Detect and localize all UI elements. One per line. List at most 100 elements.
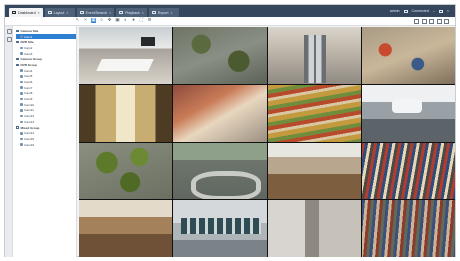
group-label: NVR Site [20,40,34,45]
vms-window: Dashboard × Layout × Event/Search × Play… [4,4,456,257]
camera-icon [20,131,23,135]
close-icon[interactable]: × [38,11,40,15]
camera-icon [20,52,23,55]
tab-label: Playback [125,10,140,15]
device-tree: Camera Site Cam1 NVR Site Cam2 Cam3 Came… [16,28,76,147]
layout-4x4-icon[interactable] [436,18,442,24]
video-tile-plaza[interactable] [79,142,173,200]
search-icon[interactable]: ⌕ [99,17,104,23]
cursor-icon[interactable]: ↖ [75,17,80,23]
video-tile-warehouse[interactable] [267,142,361,200]
tab-playback[interactable]: Playback × [116,8,147,17]
nvr-icon [16,41,19,44]
layout-custom-icon[interactable] [444,18,449,24]
layout-1x1-icon[interactable] [414,18,419,24]
device-tree-icon[interactable] [6,29,12,34]
close-icon[interactable]: × [83,17,88,23]
group-label: Camera Site [20,28,39,33]
group-label: NVR Group [20,62,38,67]
layout-2x2-icon[interactable] [421,18,427,24]
close-icon[interactable]: × [171,11,173,15]
maximize-icon[interactable] [438,9,443,13]
close-icon[interactable]: × [66,11,68,15]
video-tile-retail-shelves[interactable] [267,84,361,142]
camera-icon [20,35,23,38]
layout-tools [414,18,449,24]
report-icon [151,11,156,14]
camera-label: Cam16 [24,142,35,147]
tab-label: Event/Search [85,10,108,15]
tree-camera[interactable]: Cam16 [16,142,76,148]
video-tile-hall[interactable] [79,200,173,257]
monitor-icon[interactable] [403,9,408,13]
tab-bar: Dashboard × Layout × Event/Search × Play… [5,5,455,17]
camera-label: Cam5 [24,74,33,79]
sidebar-rail [5,26,13,257]
camera-icon [20,86,23,90]
close-icon[interactable]: × [109,11,111,15]
view-tools: ↖ × ▦ ⌕ ✥ ▣ ◐ ● ⛶ ⚙ [75,17,152,23]
record-icon[interactable]: ● [131,17,136,23]
settings-icon[interactable]: ⚙ [147,17,152,23]
video-tile-stadium-crowd[interactable] [361,142,455,200]
camera-label: Cam12 [24,114,35,119]
fullscreen-icon[interactable]: ⛶ [139,17,144,23]
video-tile-arena-crowd[interactable] [361,200,455,257]
tab-label: Dashboard [18,10,36,15]
video-tile-escalator[interactable] [267,27,361,84]
video-tile-lobby[interactable] [79,84,173,142]
video-tile-parking-lot[interactable] [173,27,267,84]
video-tile-office-exterior[interactable] [173,200,267,257]
camera-icon [20,75,23,78]
video-tile-street[interactable] [361,84,455,142]
camera-label: Cam6 [24,80,33,85]
camera-icon [20,103,23,107]
camera-icon [20,114,23,118]
video-grid [79,27,455,257]
site-icon [16,29,19,33]
ptz-icon[interactable]: ✥ [107,17,112,23]
camera-label: Cam3 [24,51,33,56]
camera-label: Cam11 [24,108,34,113]
camera-icon [20,69,23,72]
camera-label: Cam8 [24,91,33,96]
tab-layout[interactable]: Layout × [44,8,75,17]
status-label: Connected [411,9,429,13]
camera-icon [20,92,23,95]
tab-report[interactable]: Report × [148,8,179,17]
monitor-icon [12,11,16,14]
video-tile-corridor[interactable] [267,200,361,257]
close-icon[interactable]: × [142,11,144,15]
tab-dashboard[interactable]: Dashboard × [9,8,43,17]
audio-icon[interactable]: ◐ [123,17,128,23]
grid-icon[interactable]: ▦ [91,17,96,23]
camera-label: Cam2 [24,45,33,50]
group-label: Mixed Group [20,125,40,130]
minimize-icon[interactable]: – [433,9,435,13]
camera-label: Cam13 [24,119,35,124]
camera-icon [20,120,23,124]
close-window-icon[interactable]: × [447,9,449,13]
snapshot-icon[interactable]: ▣ [115,17,120,23]
camera-icon [20,109,23,112]
layout-3x3-icon[interactable] [429,18,434,24]
camera-label: Cam4 [24,68,33,73]
video-tile-atrium[interactable] [173,84,267,142]
tab-event-search[interactable]: Event/Search × [76,8,115,17]
video-tile-conference-room[interactable] [79,27,173,84]
camera-icon [20,46,23,50]
camera-label: Cam14 [24,131,35,136]
playback-icon [119,11,124,14]
camera-label: Cam10 [24,102,35,107]
toolbar: ↖ × ▦ ⌕ ✥ ▣ ◐ ● ⛶ ⚙ [5,17,455,26]
video-tile-roundabout[interactable] [173,142,267,200]
group-label: Camera Group [20,57,43,62]
user-label[interactable]: admin [390,9,400,13]
video-tile-food-court[interactable] [361,27,455,84]
camera-label: Cam7 [24,85,33,90]
device-sidebar: Camera Site Cam1 NVR Site Cam2 Cam3 Came… [5,26,77,257]
favorites-icon[interactable] [6,37,12,42]
camera-icon [20,143,23,146]
window-controls: admin Connected – × [390,5,455,17]
camera-icon [20,80,23,84]
